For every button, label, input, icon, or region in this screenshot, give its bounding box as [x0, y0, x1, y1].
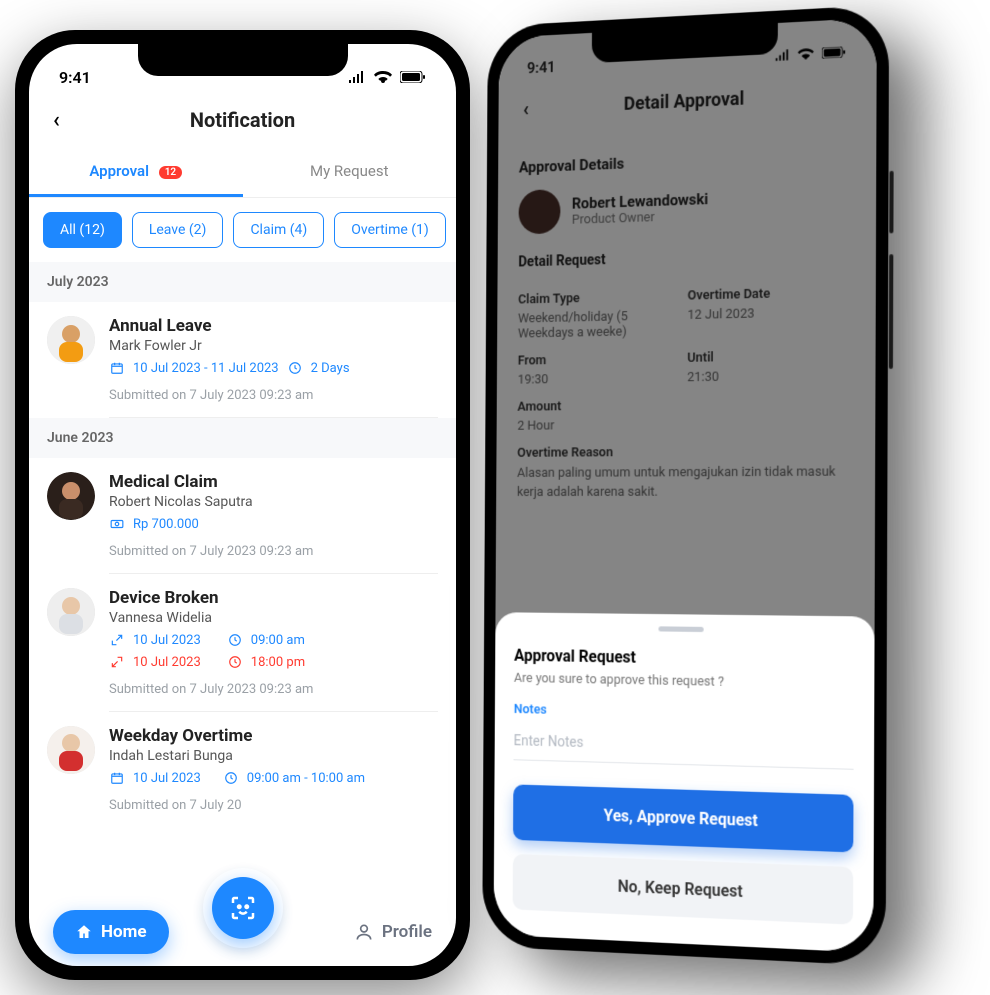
face-scan-icon	[228, 893, 258, 923]
list-item-annual-leave[interactable]: Annual Leave Mark Fowler Jr 10 Jul 2023 …	[29, 302, 456, 418]
side-button	[889, 171, 893, 234]
money-icon	[109, 516, 125, 532]
item-name: Robert Nicolas Saputra	[109, 494, 438, 510]
arrow-in-icon	[109, 632, 125, 648]
chip-leave[interactable]: Leave (2)	[132, 212, 224, 248]
avatar	[47, 316, 95, 364]
calendar-icon	[109, 770, 125, 786]
clock-icon	[287, 360, 303, 376]
item-time-range: 09:00 am - 10:00 am	[247, 771, 365, 786]
item-time-out: 18:00 pm	[251, 655, 305, 670]
notch	[138, 44, 348, 76]
item-duration: 2 Days	[311, 361, 350, 376]
list-item-medical-claim[interactable]: Medical Claim Robert Nicolas Saputra Rp …	[29, 458, 456, 574]
filter-chips[interactable]: All (12) Leave (2) Claim (4) Overtime (1…	[29, 198, 456, 262]
section-header-july: July 2023	[29, 262, 456, 302]
notes-label: Notes	[514, 702, 854, 725]
item-date-in: 10 Jul 2023	[133, 633, 201, 648]
bottom-sheet: Approval Request Are you sure to approve…	[494, 612, 875, 953]
item-time-in: 09:00 am	[251, 633, 305, 648]
item-title: Medical Claim	[109, 472, 438, 492]
signal-icon	[348, 71, 366, 83]
nav-header: ‹ Notification	[29, 92, 456, 148]
item-submitted: Submitted on 7 July 2023 09:23 am	[109, 376, 438, 418]
item-date: 10 Jul 2023	[133, 771, 201, 786]
avatar	[47, 588, 95, 636]
item-submitted: Submitted on 7 July 2023 09:23 am	[109, 670, 438, 712]
home-icon	[75, 923, 93, 941]
back-button[interactable]: ‹	[53, 108, 60, 133]
phone-left-screen: 9:41 ‹ Notification Approval 12 My Reque…	[29, 44, 456, 966]
nav-home-label: Home	[101, 922, 147, 942]
section-header-june: June 2023	[29, 418, 456, 458]
item-title: Device Broken	[109, 588, 438, 608]
nav-profile-button[interactable]: Profile	[354, 922, 432, 942]
phone-left-frame: 9:41 ‹ Notification Approval 12 My Reque…	[15, 30, 470, 980]
clock-icon	[223, 770, 239, 786]
side-button	[889, 254, 894, 369]
bottom-nav: Home Profile	[29, 910, 456, 954]
page-title: Notification	[190, 108, 295, 132]
chip-overtime[interactable]: Overtime (1)	[334, 212, 446, 248]
list-item-weekday-overtime[interactable]: Weekday Overtime Indah Lestari Bunga 10 …	[29, 712, 456, 827]
clock-icon	[227, 632, 243, 648]
item-date-out: 10 Jul 2023	[133, 655, 201, 670]
tabs: Approval 12 My Request	[29, 148, 456, 198]
notes-input[interactable]	[513, 727, 853, 770]
item-name: Indah Lestari Bunga	[109, 748, 438, 764]
keep-button[interactable]: No, Keep Request	[513, 854, 854, 925]
tab-my-request-label: My Request	[310, 162, 389, 180]
nav-home-button[interactable]: Home	[53, 910, 169, 954]
item-amount: Rp 700.000	[133, 517, 199, 532]
tab-approval-badge: 12	[159, 166, 182, 179]
avatar	[47, 726, 95, 774]
status-icons	[344, 68, 426, 87]
battery-icon	[400, 71, 426, 83]
list-item-device-broken[interactable]: Device Broken Vannesa Widelia 10 Jul 202…	[29, 574, 456, 712]
arrow-out-icon	[109, 654, 125, 670]
item-title: Weekday Overtime	[109, 726, 438, 746]
nav-profile-label: Profile	[382, 922, 432, 942]
item-name: Vannesa Widelia	[109, 610, 438, 626]
item-submitted: Submitted on 7 July 20	[109, 786, 438, 827]
phone-right-frame: 9:41 ‹ Detail Approval Approval Details	[482, 5, 889, 967]
tab-my-request[interactable]: My Request	[243, 148, 457, 197]
nav-center-fab[interactable]	[203, 868, 283, 948]
phone-right-stage: 9:41 ‹ Detail Approval Approval Details	[485, 25, 990, 995]
clock-icon	[227, 654, 243, 670]
chip-claim[interactable]: Claim (4)	[233, 212, 324, 248]
sheet-grabber[interactable]	[658, 626, 703, 632]
tab-approval-label: Approval	[89, 162, 149, 180]
sheet-title: Approval Request	[514, 646, 854, 671]
avatar	[47, 472, 95, 520]
item-date-range: 10 Jul 2023 - 11 Jul 2023	[133, 361, 279, 376]
status-time: 9:41	[59, 68, 91, 87]
item-name: Mark Fowler Jr	[109, 338, 438, 354]
phone-right-screen: 9:41 ‹ Detail Approval Approval Details	[494, 18, 877, 953]
tab-approval[interactable]: Approval 12	[29, 148, 243, 197]
chip-all[interactable]: All (12)	[43, 212, 122, 248]
calendar-icon	[109, 360, 125, 376]
item-submitted: Submitted on 7 July 2023 09:23 am	[109, 532, 438, 574]
approve-button[interactable]: Yes, Approve Request	[513, 784, 853, 852]
wifi-icon	[374, 71, 392, 83]
sheet-question: Are you sure to approve this request ?	[514, 671, 854, 693]
item-title: Annual Leave	[109, 316, 438, 336]
profile-icon	[354, 922, 374, 942]
